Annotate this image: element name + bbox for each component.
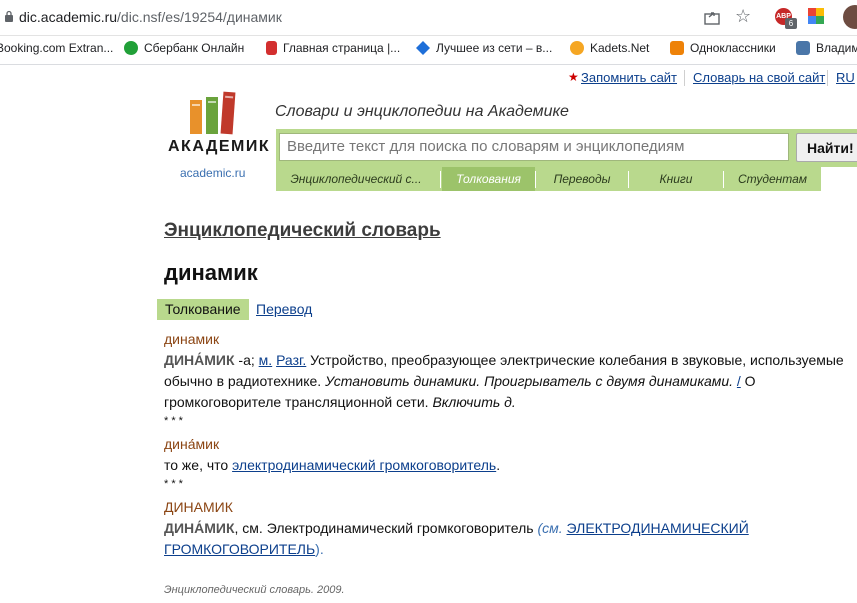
divider <box>684 70 685 86</box>
search-bar: Найти! <box>276 129 857 167</box>
language-link[interactable]: RU <box>836 70 855 85</box>
odnoklassniki-icon <box>670 41 684 55</box>
star-icon: ★ <box>568 70 579 84</box>
butterfly-icon <box>416 41 430 55</box>
bookmark-d-icon <box>266 41 277 55</box>
academic-books-logo-icon[interactable] <box>188 90 238 135</box>
tab-students[interactable]: Студентам <box>724 167 821 191</box>
source-citation: Энциклопедический словарь. 2009. <box>164 584 345 596</box>
style-abbr-link[interactable]: Разг. <box>276 352 306 368</box>
bookmark-kadets[interactable]: Kadets.Net <box>570 41 649 55</box>
sberbank-icon <box>124 41 138 55</box>
site-tagline: Словари и энциклопедии на Академике <box>275 103 569 120</box>
dictionary-to-site-link[interactable]: Словарь на свой сайт <box>693 70 825 85</box>
divider <box>827 70 828 86</box>
lock-icon[interactable] <box>4 10 14 22</box>
bookmark-vk[interactable]: Владим <box>796 41 857 55</box>
url-path: /dic.nsf/es/19254/динамик <box>117 9 282 25</box>
search-input[interactable] <box>279 133 789 161</box>
page-title: динамик <box>164 260 258 285</box>
entry-headword: динамик <box>164 331 220 347</box>
entry-definition: ДИНА́МИК -а; м. Разг. Устройство, преобр… <box>164 352 844 410</box>
bookmark-sberbank[interactable]: Сбербанк Онлайн <box>124 41 244 55</box>
entry-headword: ДИНАМИК <box>164 499 233 515</box>
entry-1: динамик ДИНА́МИК -а; м. Разг. Устройство… <box>164 329 854 413</box>
bookmark-best[interactable]: Лучшее из сети – в... <box>416 41 552 55</box>
cross-reference-link[interactable]: электродинамический громкоговоритель <box>232 457 496 473</box>
entry-definition: ДИНА́МИК, см. Электродинамический громко… <box>164 520 749 557</box>
bookmark-main-page[interactable]: Главная страница |... <box>266 41 400 55</box>
profile-avatar[interactable] <box>843 5 857 29</box>
logo-text[interactable]: АКАДЕМИК <box>168 138 270 156</box>
bookmark-odnoklassniki[interactable]: Одноклассники <box>670 41 776 55</box>
dictionary-title-link[interactable]: Энциклопедический словарь <box>164 220 441 242</box>
bookmarks-bar: Booking.com Extran... Сбербанк Онлайн Гл… <box>0 36 857 65</box>
tab-books[interactable]: Книги <box>629 167 723 191</box>
google-extension-icon[interactable] <box>808 8 824 24</box>
bookmark-star-icon[interactable]: ☆ <box>735 6 751 27</box>
search-scope-tabs: Энциклопедический с... Толкования Перево… <box>276 167 821 191</box>
tab-translation-link[interactable]: Перевод <box>256 301 312 317</box>
search-button[interactable]: Найти! <box>796 133 857 162</box>
tab-translations[interactable]: Переводы <box>536 167 628 191</box>
logo-domain-link[interactable]: academic.ru <box>180 166 245 180</box>
url-field[interactable]: dic.academic.ru/dic.nsf/es/19254/динамик <box>19 9 282 25</box>
share-icon[interactable] <box>703 8 721 26</box>
entry-3: ДИНАМИК ДИНА́МИК, см. Электродинамически… <box>164 497 854 560</box>
separator: * * * <box>164 478 183 490</box>
tab-divider <box>440 171 441 188</box>
entry-definition: то же, что электродинамический громкогов… <box>164 457 501 473</box>
kadets-icon <box>570 41 584 55</box>
browser-address-bar: dic.academic.ru/dic.nsf/es/19254/динамик… <box>0 0 857 36</box>
url-host: dic.academic.ru <box>19 9 118 25</box>
remember-site-link[interactable]: Запомнить сайт <box>581 70 677 85</box>
tab-interpretation-active[interactable]: Толкование <box>157 299 249 320</box>
separator: * * * <box>164 415 183 427</box>
entry-2: дина́мик то же, что электродинамический … <box>164 434 854 476</box>
tab-encyclopedic[interactable]: Энциклопедический с... <box>276 167 436 191</box>
bookmark-booking[interactable]: Booking.com Extran... <box>0 41 113 55</box>
grammar-abbr-link[interactable]: м. <box>259 352 273 368</box>
entry-headword: дина́мик <box>164 436 220 452</box>
tab-interpretations[interactable]: Толкования <box>442 167 535 191</box>
vk-icon <box>796 41 810 55</box>
extension-badge: 6 <box>785 18 797 29</box>
